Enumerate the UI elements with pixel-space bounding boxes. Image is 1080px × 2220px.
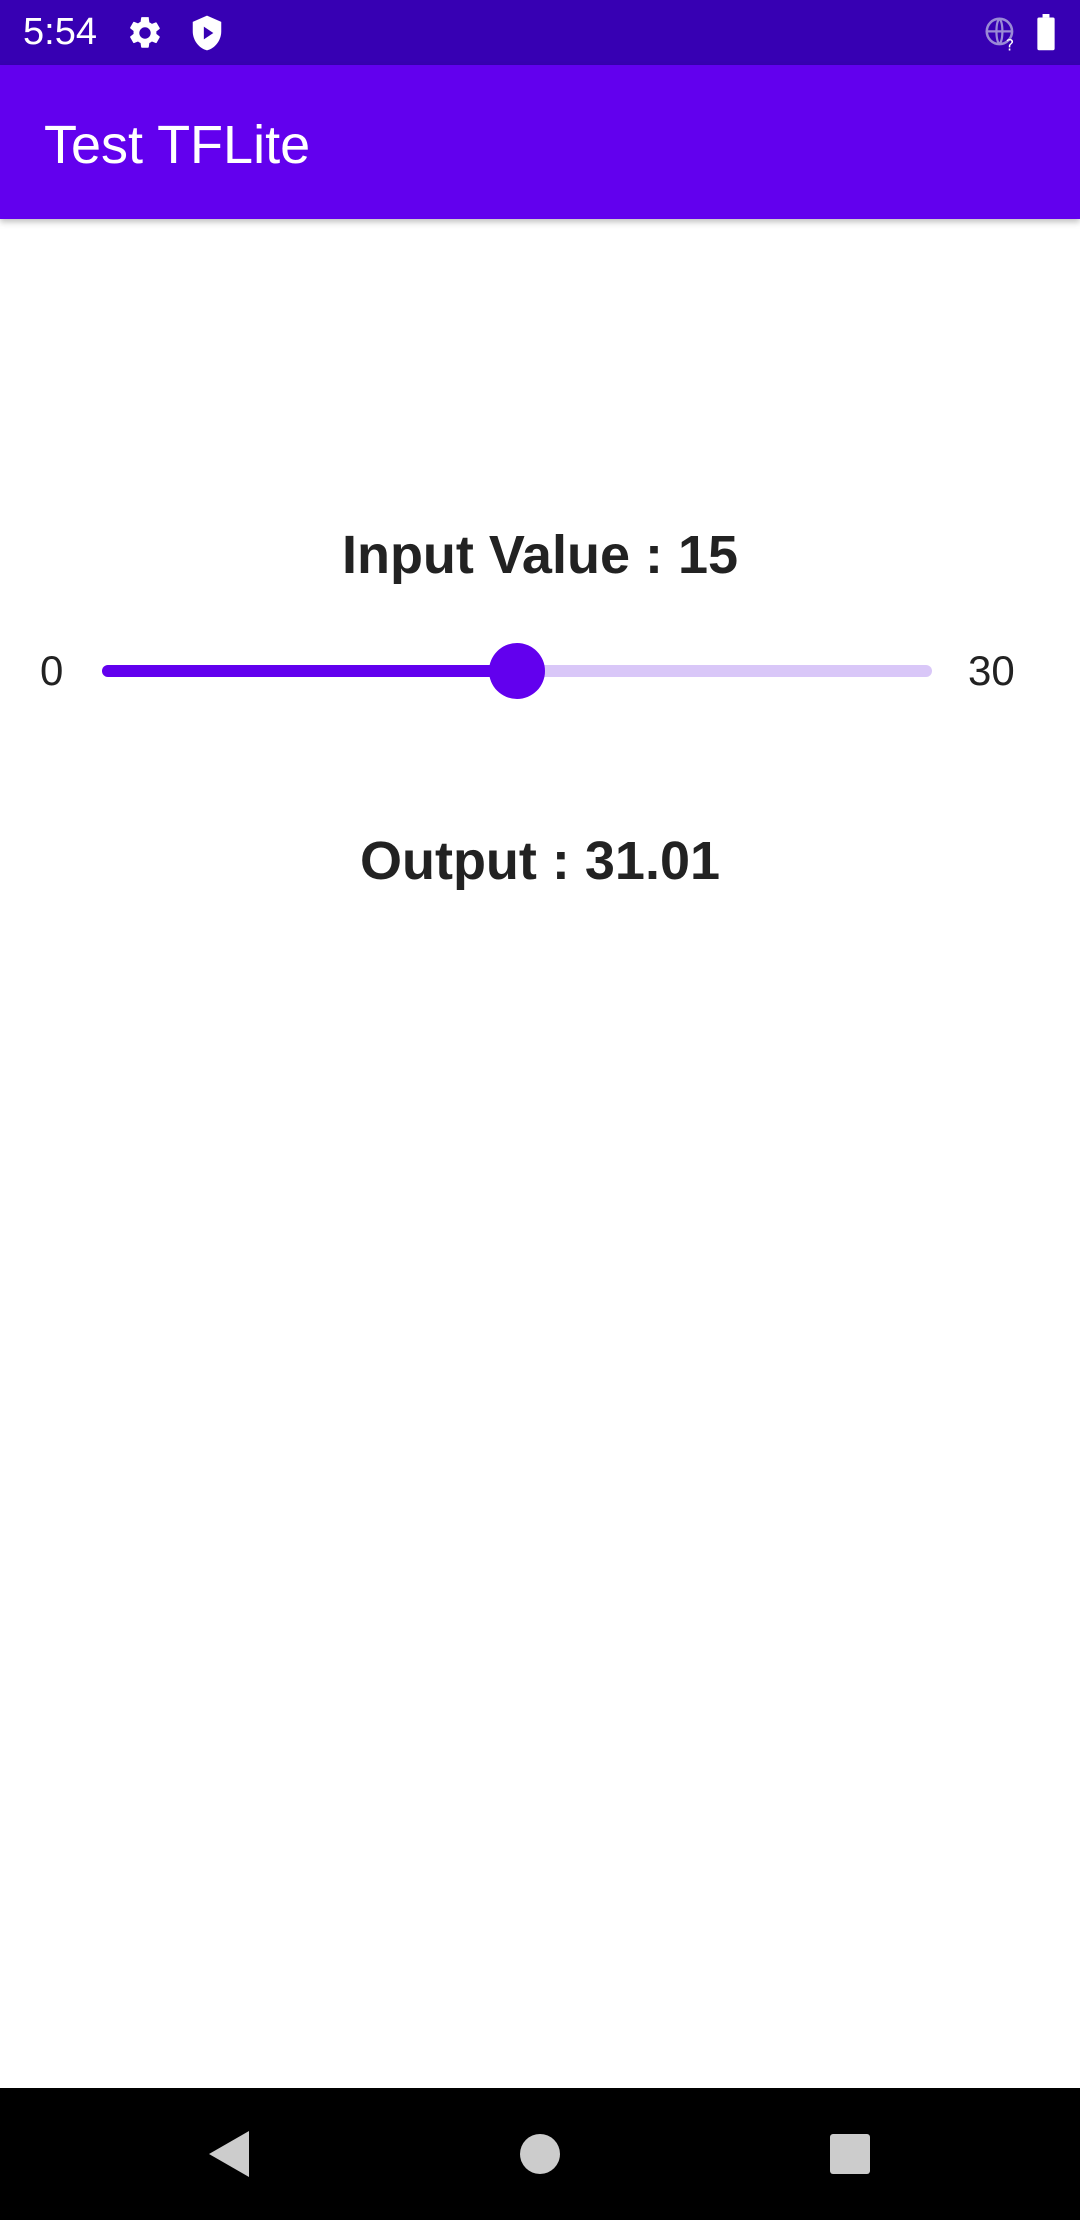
slider-max-label: 30 xyxy=(968,647,1015,694)
home-icon[interactable] xyxy=(504,2118,576,2190)
battery-icon xyxy=(1034,14,1072,52)
svg-text:?: ? xyxy=(1006,35,1014,52)
output-label: Output : 31.01 xyxy=(359,831,721,891)
recents-icon[interactable] xyxy=(814,2118,886,2190)
slider-thumb[interactable] xyxy=(489,643,545,699)
back-icon[interactable] xyxy=(192,2118,264,2190)
globe-question-icon: ? xyxy=(982,14,1020,54)
status-time: 5:54 xyxy=(23,11,97,53)
app-bar: Test TFLite xyxy=(0,65,1080,219)
app-title: Test TFLite xyxy=(44,115,311,175)
status-bar: 5:54 ? xyxy=(0,0,1080,65)
input-value-label: Input Value : 15 xyxy=(341,525,739,585)
shield-play-icon xyxy=(188,14,226,52)
slider-active-track xyxy=(102,665,517,677)
gear-icon xyxy=(126,14,164,52)
navigation-bar xyxy=(0,2088,1080,2220)
screen: 5:54 ? Test TFLite Input Value: 15 0 30… xyxy=(0,0,1080,2220)
slider-min-label: 0 xyxy=(40,647,64,694)
input-slider[interactable] xyxy=(102,640,932,700)
